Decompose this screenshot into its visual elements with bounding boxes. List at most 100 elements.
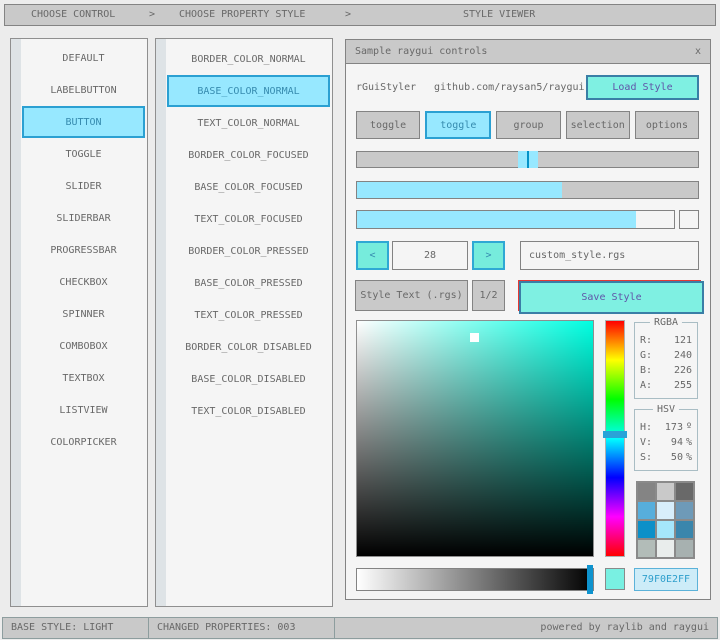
sliderbar[interactable] [356, 181, 699, 199]
repo-link[interactable]: github.com/raysan5/raygui [434, 75, 585, 100]
alpha-bar[interactable] [356, 565, 594, 594]
control-item-listview[interactable]: LISTVIEW [22, 394, 145, 426]
property-item-text-color-normal[interactable]: TEXT_COLOR_NORMAL [167, 107, 330, 139]
control-item-colorpicker[interactable]: COLORPICKER [22, 426, 145, 458]
palette-cell[interactable] [676, 502, 693, 519]
app-name-label: rGuiStyler [356, 82, 417, 93]
breadcrumb-choose-property-style: CHOOSE PROPERTY STYLE [179, 9, 306, 20]
load-style-button[interactable]: Load Style [586, 75, 699, 100]
window-title: Sample raygui controls [355, 46, 488, 57]
property-item-border-color-pressed[interactable]: BORDER_COLOR_PRESSED [167, 235, 330, 267]
spinner-value[interactable]: 28 [392, 241, 468, 270]
save-style-focus-outline: Save Style [518, 280, 704, 314]
control-item-default[interactable]: DEFAULT [22, 42, 145, 74]
control-item-labelbutton[interactable]: LABELBUTTON [22, 74, 145, 106]
status-powered-by: powered by raylib and raygui [334, 617, 718, 639]
rgba-group-title: RGBA [649, 317, 683, 328]
progressbar-fill [357, 211, 636, 228]
property-list-panel: BORDER_COLOR_NORMAL BASE_COLOR_NORMAL TE… [155, 38, 333, 607]
property-item-border-color-focused[interactable]: BORDER_COLOR_FOCUSED [167, 139, 330, 171]
toggle-group: toggle toggle group selection options [356, 111, 700, 139]
hsv-group-title: HSV [652, 404, 680, 415]
rgba-row-r: R: 121 [640, 335, 692, 346]
palette-cell[interactable] [657, 502, 674, 519]
current-color-swatch [605, 568, 625, 590]
color-picker-cursor[interactable] [470, 332, 480, 342]
property-item-border-color-normal[interactable]: BORDER_COLOR_NORMAL [167, 43, 330, 75]
status-changed-properties: CHANGED PROPERTIES: 003 [148, 617, 335, 639]
control-list-scrollbar[interactable] [11, 39, 21, 606]
spinner-decrement-icon[interactable]: < [356, 241, 389, 270]
toggle-item-4[interactable]: options [634, 111, 700, 139]
breadcrumb-style-viewer: STYLE VIEWER [463, 9, 536, 20]
sliderbar-fill [357, 182, 562, 198]
status-base-style: BASE STYLE: LIGHT [2, 617, 149, 639]
slider[interactable] [356, 151, 699, 168]
palette-cell[interactable] [676, 521, 693, 538]
combobox-page-indicator[interactable]: 1/2 [472, 280, 505, 311]
property-item-base-color-focused[interactable]: BASE_COLOR_FOCUSED [167, 171, 330, 203]
color-picker-area[interactable] [356, 320, 594, 557]
property-list: BORDER_COLOR_NORMAL BASE_COLOR_NORMAL TE… [167, 39, 330, 427]
window-titlebar[interactable]: Sample raygui controls x [346, 40, 710, 64]
style-viewer-window: Sample raygui controls x rGuiStyler gith… [345, 39, 711, 600]
rgba-row-a: A: 255 [640, 380, 692, 391]
palette-cell[interactable] [638, 483, 655, 500]
palette-cell[interactable] [657, 521, 674, 538]
style-text-combobox[interactable]: Style Text (.rgs) [355, 280, 468, 311]
toggle-item-1[interactable]: toggle [425, 111, 492, 139]
palette-cell[interactable] [657, 483, 674, 500]
property-item-border-color-disabled[interactable]: BORDER_COLOR_DISABLED [167, 331, 330, 363]
palette-cell[interactable] [638, 540, 655, 557]
palette-cell[interactable] [638, 502, 655, 519]
status-bar: BASE STYLE: LIGHT CHANGED PROPERTIES: 00… [0, 617, 720, 639]
save-style-button[interactable]: Save Style [519, 281, 704, 314]
rgba-row-b: B: 226 [640, 365, 692, 376]
property-list-scrollbar[interactable] [156, 39, 166, 606]
property-item-text-color-pressed[interactable]: TEXT_COLOR_PRESSED [167, 299, 330, 331]
progressbar[interactable] [356, 210, 675, 229]
control-list-panel: DEFAULT LABELBUTTON BUTTON TOGGLE SLIDER… [10, 38, 148, 607]
rgba-group: RGBA R: 121 G: 240 B: 226 A: 255 [634, 317, 698, 399]
palette-cell[interactable] [657, 540, 674, 557]
control-item-sliderbar[interactable]: SLIDERBAR [22, 202, 145, 234]
control-item-toggle[interactable]: TOGGLE [22, 138, 145, 170]
control-item-progressbar[interactable]: PROGRESSBAR [22, 234, 145, 266]
control-item-spinner[interactable]: SPINNER [22, 298, 145, 330]
slider-handle[interactable] [517, 151, 538, 168]
close-icon[interactable]: x [695, 46, 701, 57]
property-item-base-color-pressed[interactable]: BASE_COLOR_PRESSED [167, 267, 330, 299]
palette-cell[interactable] [676, 483, 693, 500]
chevron-right-icon: > [149, 9, 156, 20]
hsv-row-s: S: 50% [640, 452, 692, 463]
control-item-combobox[interactable]: COMBOBOX [22, 330, 145, 362]
palette-grid [636, 481, 695, 559]
filename-input[interactable]: custom_style.rgs [520, 241, 699, 270]
hex-color-input[interactable]: 79F0E2FF [634, 568, 698, 591]
palette-cell[interactable] [638, 521, 655, 538]
property-item-base-color-normal[interactable]: BASE_COLOR_NORMAL [167, 75, 330, 107]
toggle-item-0[interactable]: toggle [356, 111, 421, 139]
control-item-slider[interactable]: SLIDER [22, 170, 145, 202]
breadcrumb-bar: CHOOSE CONTROL > CHOOSE PROPERTY STYLE >… [4, 4, 716, 26]
control-item-textbox[interactable]: TEXTBOX [22, 362, 145, 394]
breadcrumb-choose-control: CHOOSE CONTROL [31, 9, 116, 20]
property-item-text-color-disabled[interactable]: TEXT_COLOR_DISABLED [167, 395, 330, 427]
toggle-item-2[interactable]: group [496, 111, 561, 139]
control-item-button[interactable]: BUTTON [22, 106, 145, 138]
palette-cell[interactable] [676, 540, 693, 557]
rgba-row-g: G: 240 [640, 350, 692, 361]
hue-handle[interactable] [603, 430, 627, 438]
hue-bar[interactable] [603, 320, 627, 557]
control-item-checkbox[interactable]: CHECKBOX [22, 266, 145, 298]
checkbox[interactable] [679, 210, 699, 229]
property-item-text-color-focused[interactable]: TEXT_COLOR_FOCUSED [167, 203, 330, 235]
control-list: DEFAULT LABELBUTTON BUTTON TOGGLE SLIDER… [22, 39, 145, 458]
property-item-base-color-disabled[interactable]: BASE_COLOR_DISABLED [167, 363, 330, 395]
hsv-row-h: H: 173 º [640, 422, 692, 433]
spinner-increment-icon[interactable]: > [472, 241, 505, 270]
alpha-handle[interactable] [586, 565, 593, 594]
chevron-right-icon: > [345, 9, 352, 20]
toggle-item-3[interactable]: selection [565, 111, 630, 139]
hsv-group: HSV H: 173 º V: 94% S: 50% [634, 404, 698, 471]
